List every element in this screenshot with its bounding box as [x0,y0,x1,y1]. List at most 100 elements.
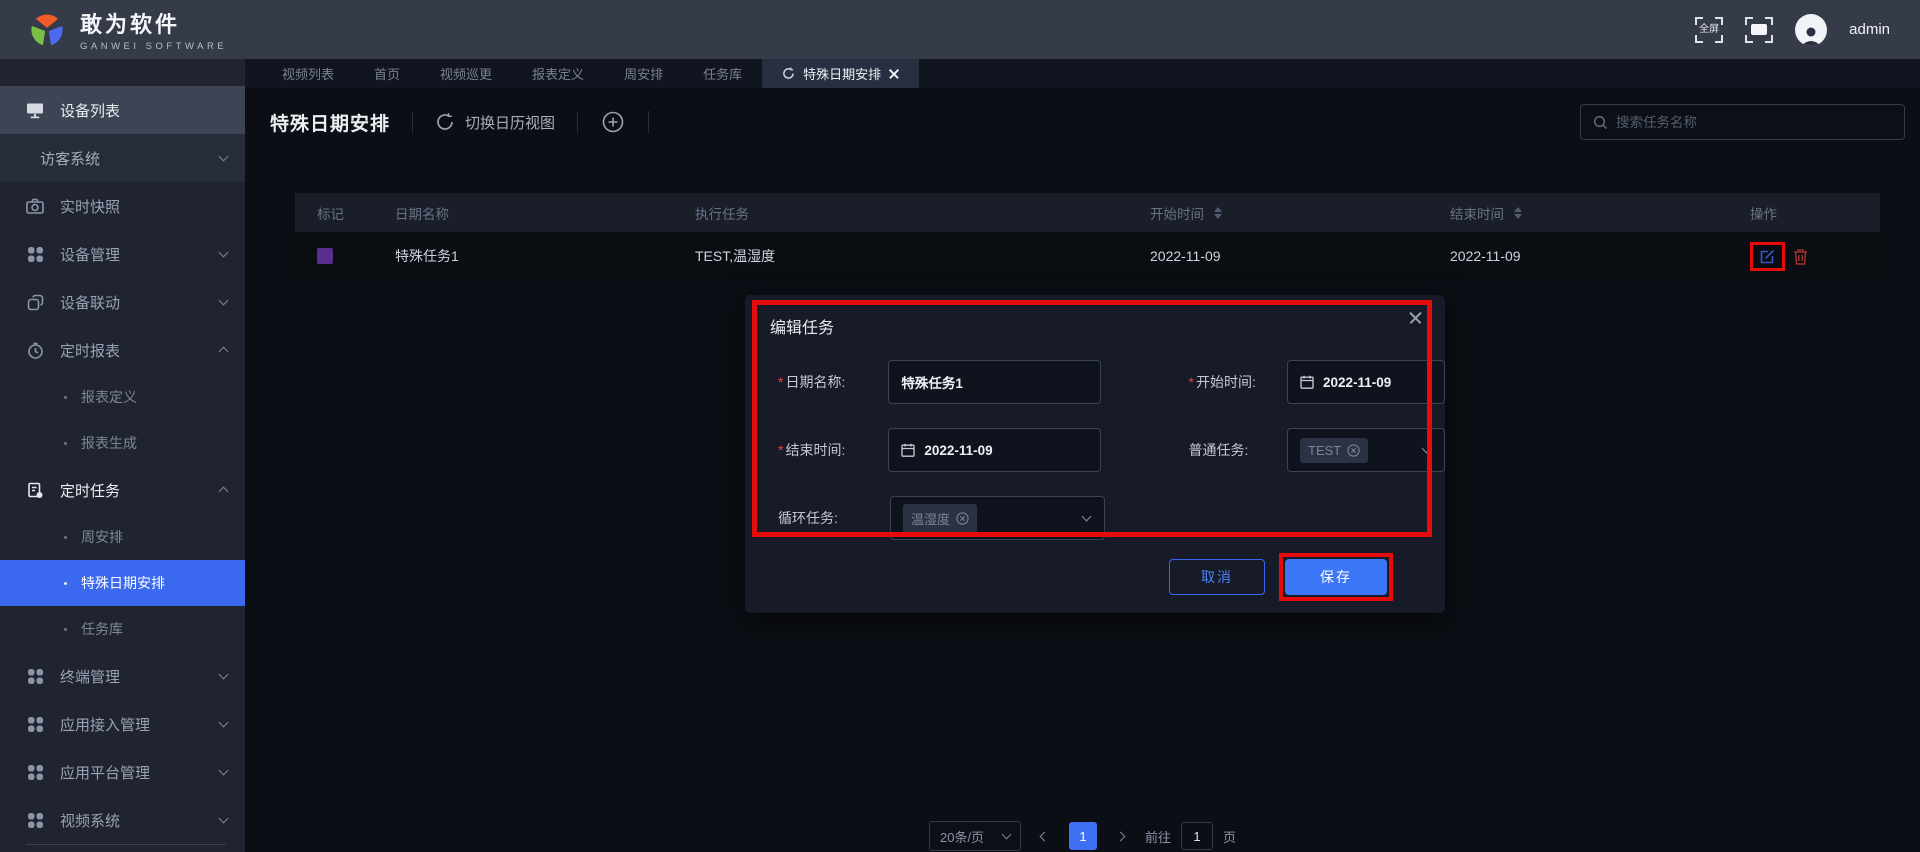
tab-label: 任务库 [703,67,743,82]
username-label[interactable]: admin [1849,21,1890,38]
tab-task-library[interactable]: 任务库 [683,59,762,88]
chevron-down-icon [218,669,229,680]
chevron-down-icon [1081,511,1092,522]
pagination: 20条/页 1 前往 页 [245,821,1920,851]
sidebar-item-app-access-management[interactable]: 应用接入管理 [0,700,245,748]
app-header: 敢为软件 GANWEI SOFTWARE 全屏 admin [0,0,1920,59]
end-time-input[interactable]: 2022-11-09 [888,428,1101,472]
divider [648,111,650,133]
input-value: 2022-11-09 [1323,374,1392,390]
remove-tag-icon[interactable] [956,511,969,525]
current-page-button[interactable]: 1 [1068,822,1097,850]
sort-icon[interactable] [1214,206,1222,219]
loop-task-select[interactable]: 温湿度 [890,496,1105,540]
sidebar-divider [26,844,226,845]
col-header-mark: 标记 [317,206,344,222]
col-header-end-time[interactable]: 结束时间 [1450,203,1750,223]
input-value: 特殊任务1 [901,376,963,391]
sidebar-item-label: 报表生成 [81,435,137,451]
tab-report-definition[interactable]: 报表定义 [512,59,604,88]
refresh-icon[interactable] [782,67,795,80]
sidebar-nav: 设备列表 访客系统 实时快照 设备管理 设备联动 定时报表 报表定义 报表生成 … [0,59,245,852]
tab-label: 首页 [374,67,401,82]
field-label-end-time: * 结束时间: [778,442,846,458]
prev-page-button[interactable] [1031,822,1059,850]
sidebar-item-label: 视频系统 [60,812,121,830]
row-end-time: 2022-11-09 [1450,248,1521,264]
switch-view-label: 切换日历视图 [465,114,556,132]
tab-bar: 视频列表 首页 视频巡更 报表定义 周安排 任务库 特殊日期安排 [245,59,1920,88]
search-box[interactable] [1580,104,1905,140]
bullet-icon [64,441,67,445]
sidebar-subitem-report-definition[interactable]: 报表定义 [0,374,245,420]
sort-icon[interactable] [1514,206,1522,219]
tab-label: 报表定义 [532,67,585,82]
start-time-input[interactable]: 2022-11-09 [1287,360,1445,404]
required-mark: * [778,442,784,458]
tab-video-patrol[interactable]: 视频巡更 [420,59,512,88]
sidebar-item-device-list[interactable]: 设备列表 [0,86,245,134]
next-page-button[interactable] [1107,822,1135,850]
sidebar-item-visitor-system[interactable]: 访客系统 [0,134,245,182]
switch-calendar-view-button[interactable]: 切换日历视图 [435,112,555,133]
sidebar-subitem-task-library[interactable]: 任务库 [0,606,245,652]
link-icon [26,293,44,311]
required-mark: * [778,374,784,390]
tag-label: 温湿度 [911,511,951,527]
cancel-button[interactable]: 取消 [1169,559,1265,595]
sidebar-item-timed-report[interactable]: 定时报表 [0,326,245,374]
add-task-button[interactable] [600,109,626,135]
sidebar-item-realtime-snapshot[interactable]: 实时快照 [0,182,245,230]
sidebar-subitem-report-generation[interactable]: 报表生成 [0,420,245,466]
task-icon [26,481,44,499]
monitor-icon [26,101,44,119]
input-value: 2022-11-09 [924,442,993,458]
screenshot-button[interactable] [1745,16,1774,43]
date-name-input[interactable]: 特殊任务1 [888,360,1101,404]
fullscreen-button[interactable]: 全屏 [1695,16,1724,43]
search-input[interactable] [1616,114,1892,130]
chevron-down-icon [218,717,229,728]
sidebar-item-app-platform-management[interactable]: 应用平台管理 [0,748,245,796]
tab-label: 视频列表 [282,67,335,82]
sidebar-item-video-system[interactable]: 视频系统 [0,796,245,844]
sidebar-item-label: 周安排 [81,529,123,545]
close-modal-icon[interactable] [1409,313,1421,325]
sidebar-item-label: 任务库 [81,621,123,637]
close-tab-icon[interactable] [889,69,899,79]
sidebar-item-timed-task[interactable]: 定时任务 [0,466,245,514]
col-header-start-time[interactable]: 开始时间 [1150,203,1450,223]
field-label-loop-task: 循环任务: [778,510,838,526]
tab-special-date-schedule[interactable]: 特殊日期安排 [762,59,920,88]
sidebar-subitem-special-date-schedule[interactable]: 特殊日期安排 [0,560,245,606]
sidebar-item-label: 实时快照 [60,198,121,216]
remove-tag-icon[interactable] [1347,443,1360,457]
required-mark: * [1188,374,1194,390]
sidebar-item-label: 报表定义 [81,389,137,405]
sidebar-item-device-management[interactable]: 设备管理 [0,230,245,278]
user-avatar[interactable] [1795,13,1828,46]
save-button[interactable]: 保存 [1285,559,1387,595]
delete-icon[interactable] [1793,248,1808,265]
table-row[interactable]: 特殊任务1 TEST,温湿度 2022-11-09 2022-11-09 [295,232,1880,280]
sidebar-subitem-week-schedule[interactable]: 周安排 [0,514,245,560]
page-unit-label: 页 [1223,829,1237,845]
edit-icon[interactable] [1759,248,1776,265]
col-header-label: 开始时间 [1150,206,1204,222]
refresh-icon [435,112,455,132]
sidebar-item-terminal-management[interactable]: 终端管理 [0,652,245,700]
field-label-start-time: * 开始时间: [1188,374,1256,390]
tab-home[interactable]: 首页 [354,59,420,88]
chevron-down-icon [218,813,229,824]
ganwei-logo-icon [28,12,66,48]
divider [412,111,414,133]
tab-video-list[interactable]: 视频列表 [262,59,354,88]
tab-label: 特殊日期安排 [803,67,882,82]
sidebar-item-device-linkage[interactable]: 设备联动 [0,278,245,326]
tab-week-schedule[interactable]: 周安排 [604,59,683,88]
page-size-select[interactable]: 20条/页 [928,821,1021,851]
goto-page-input[interactable] [1181,822,1213,850]
table-header-row: 标记 日期名称 执行任务 开始时间 结束时间 操作 [295,193,1880,232]
normal-task-select[interactable]: TEST [1287,428,1445,472]
chevron-down-icon [1001,829,1012,840]
